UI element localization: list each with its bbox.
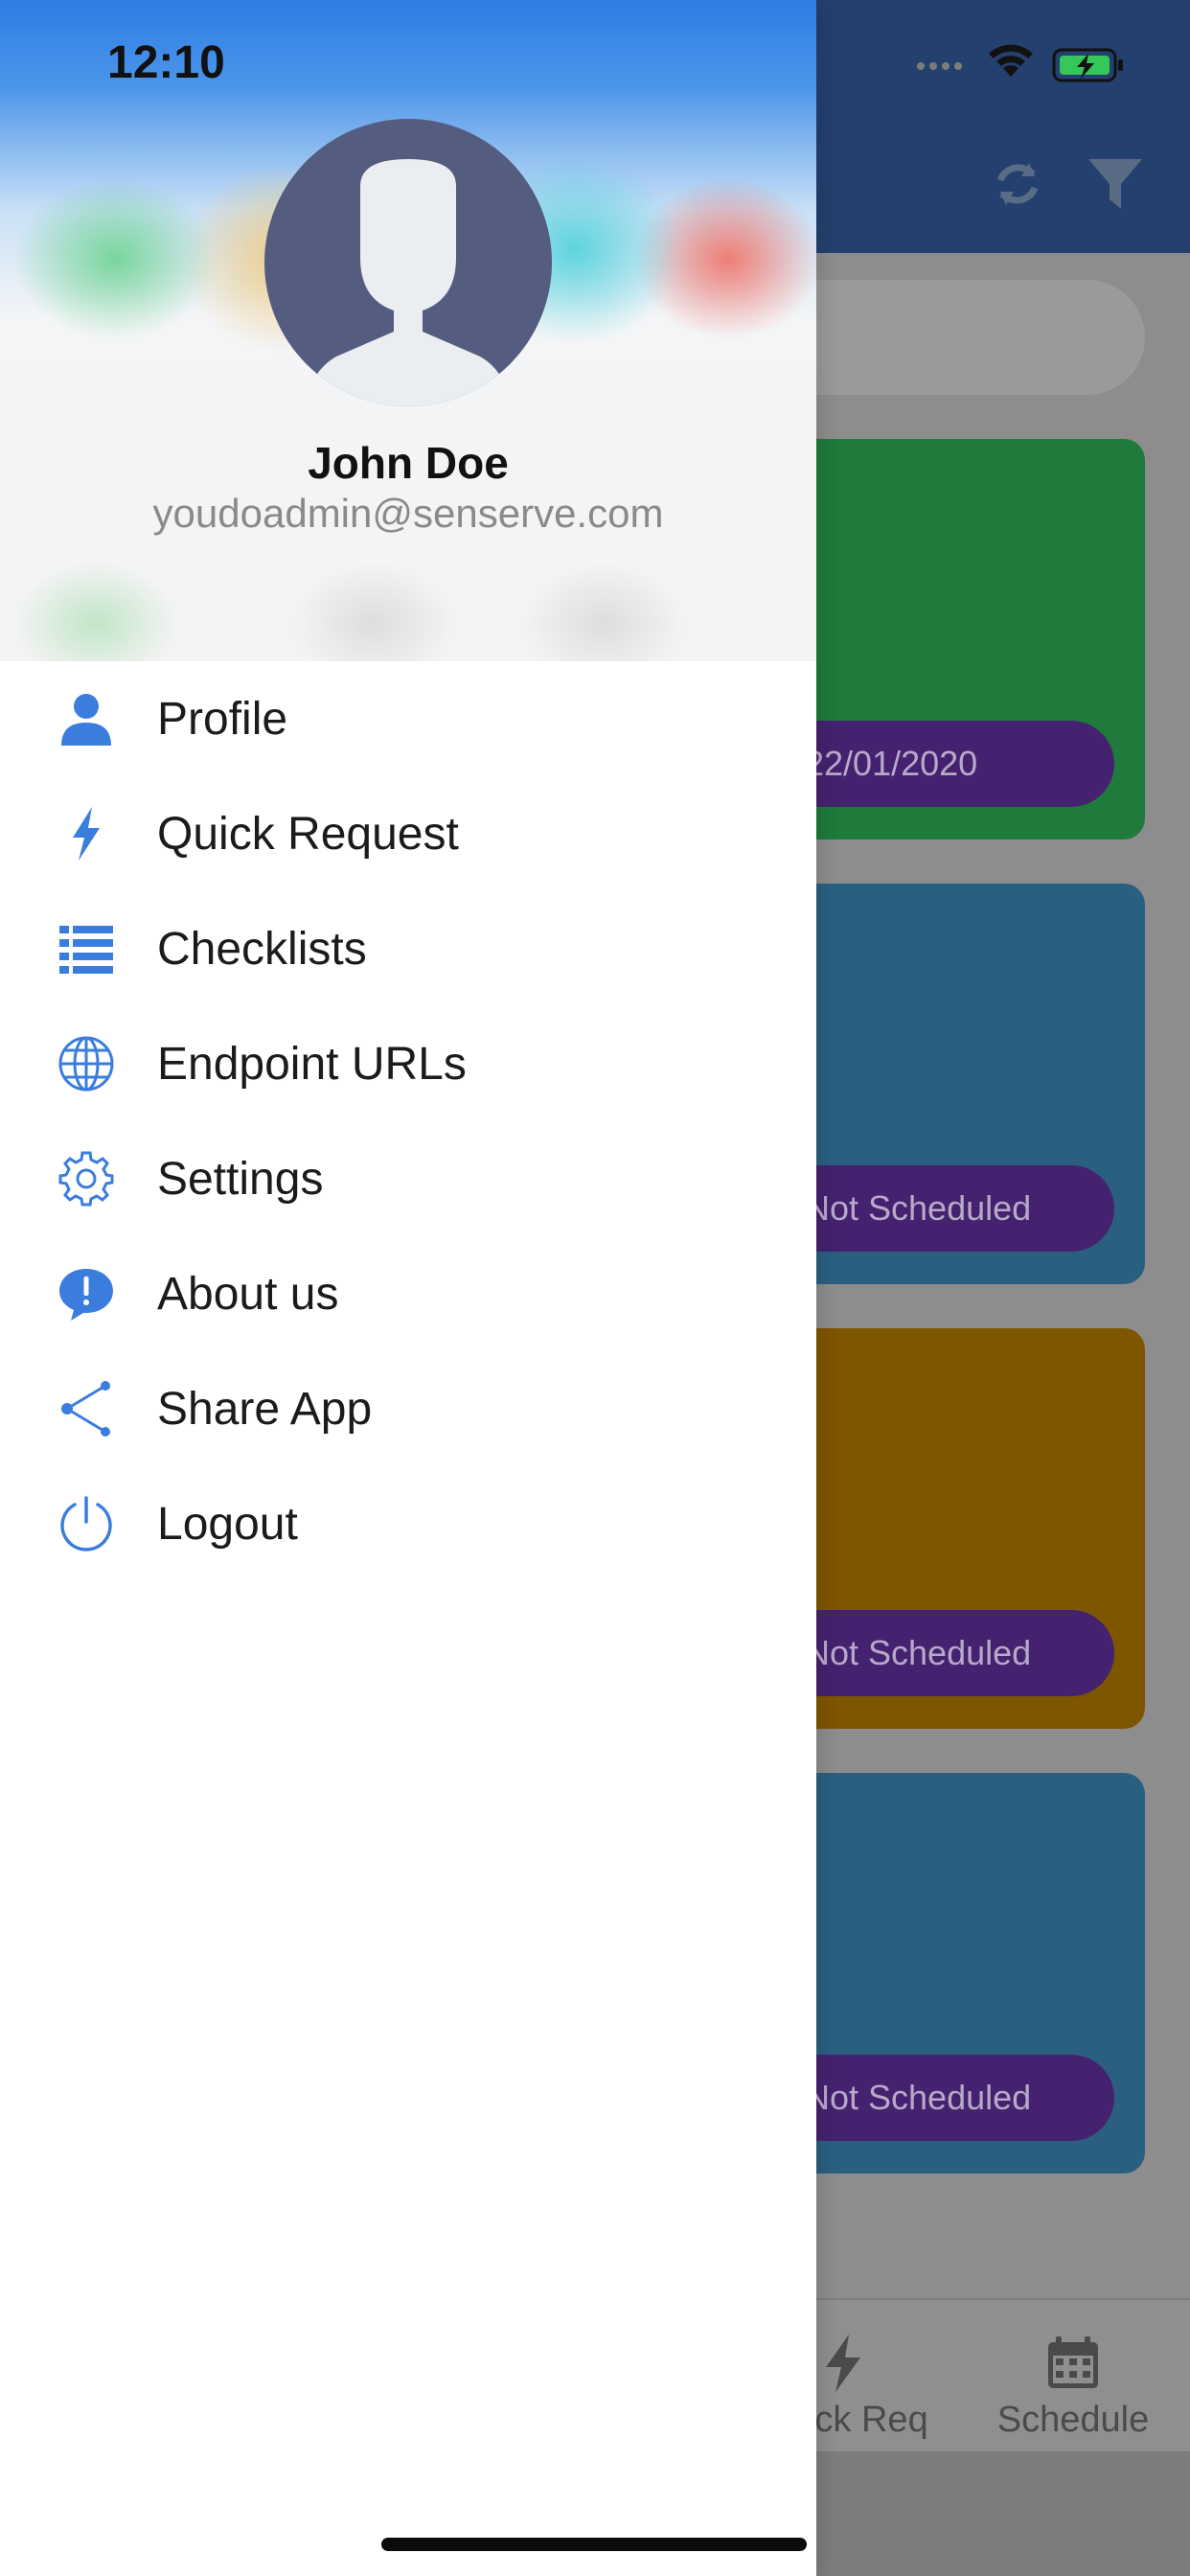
tab-label: Schedule — [996, 2400, 1150, 2440]
bolt-icon — [826, 2334, 860, 2392]
menu-item-label: Settings — [157, 1153, 324, 1205]
battery-charging-icon — [1052, 48, 1123, 82]
person-icon — [56, 688, 117, 749]
avatar[interactable] — [264, 119, 552, 406]
cellular-signal-icon — [917, 62, 962, 70]
menu-item-profile[interactable]: Profile — [0, 661, 816, 776]
calendar-icon — [1048, 2336, 1098, 2388]
power-icon — [56, 1493, 117, 1554]
menu-item-checklists[interactable]: Checklists — [0, 891, 816, 1006]
wifi-icon — [989, 44, 1033, 77]
menu-item-about-us[interactable]: About us — [0, 1236, 816, 1351]
refresh-icon[interactable] — [987, 153, 1048, 215]
user-email: youdoadmin@senserve.com — [152, 491, 664, 536]
list-icon — [56, 918, 117, 979]
gear-icon — [56, 1148, 117, 1209]
status-time: 12:10 — [107, 37, 225, 88]
user-silhouette-icon — [303, 159, 514, 406]
home-indicator — [381, 2538, 807, 2551]
filter-icon[interactable] — [1085, 153, 1146, 215]
menu-item-label: Endpoint URLs — [157, 1038, 467, 1090]
menu-item-label: About us — [157, 1268, 339, 1320]
side-drawer: John Doe youdoadmin@senserve.com Profile… — [0, 0, 816, 2576]
info-bubble-icon — [56, 1263, 117, 1324]
tab-schedule[interactable]: Schedule — [968, 2300, 1179, 2453]
menu-item-endpoint-urls[interactable]: Endpoint URLs — [0, 1006, 816, 1121]
menu-item-quick-request[interactable]: Quick Request — [0, 776, 816, 891]
menu-item-logout[interactable]: Logout — [0, 1466, 816, 1581]
menu-item-label: Logout — [157, 1498, 298, 1550]
menu-item-label: Profile — [157, 693, 288, 745]
share-icon — [56, 1378, 117, 1439]
drawer-menu: Profile Quick Request Checklists Endpoin… — [0, 661, 816, 1581]
menu-item-label: Quick Request — [157, 808, 459, 860]
bolt-icon — [56, 803, 117, 864]
menu-item-share-app[interactable]: Share App — [0, 1351, 816, 1466]
menu-item-label: Checklists — [157, 923, 367, 975]
status-bar: 12:10 — [0, 0, 1190, 126]
menu-item-settings[interactable]: Settings — [0, 1121, 816, 1236]
user-name: John Doe — [308, 438, 509, 488]
menu-item-label: Share App — [157, 1383, 373, 1435]
globe-icon — [56, 1033, 117, 1094]
